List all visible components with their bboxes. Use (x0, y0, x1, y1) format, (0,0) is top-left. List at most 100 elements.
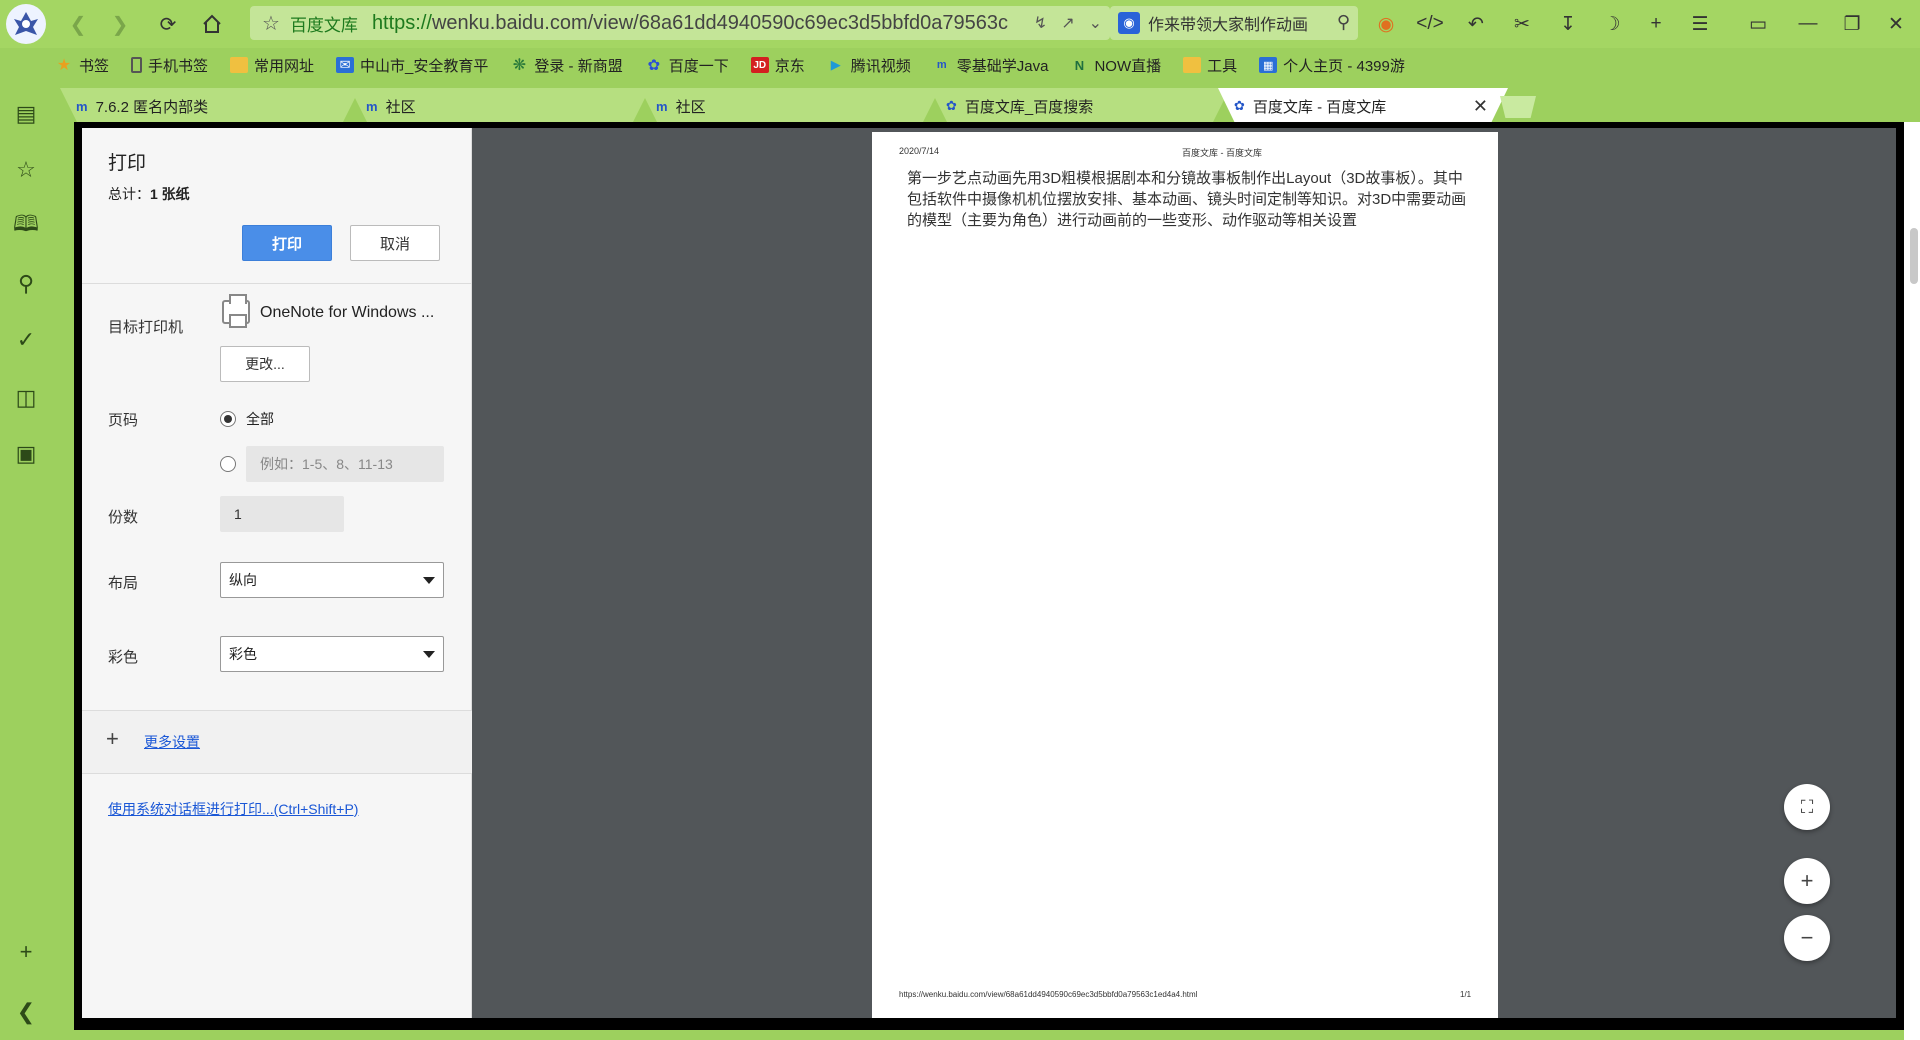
reload-button[interactable]: ⟳ (152, 8, 184, 40)
folder-icon (230, 57, 249, 73)
paw-icon: ✿ (946, 98, 957, 113)
undo-icon[interactable]: ↶ (1460, 8, 1492, 40)
printer-label: 目标打印机 (108, 319, 184, 336)
briefcase-icon[interactable]: ◫ (10, 382, 42, 414)
paw-icon: ✿ (1234, 98, 1245, 113)
print-title: 打印 (108, 153, 147, 174)
mm-icon: m (76, 98, 88, 114)
bookmark-item[interactable]: N NOW直播 (1070, 55, 1161, 76)
layout-select[interactable]: 纵向 (220, 562, 444, 598)
search-sidebar-icon[interactable]: ⚲ (10, 268, 42, 300)
expand-plus-icon[interactable]: + (106, 726, 119, 752)
share-icon[interactable]: ↗ (1061, 13, 1074, 33)
bookmark-item[interactable]: ✿ 百度一下 (645, 55, 728, 76)
close-window-icon[interactable]: ✕ (1880, 8, 1912, 40)
game-icon[interactable]: ◉ (1370, 8, 1402, 40)
night-mode-icon[interactable]: ☽ (1596, 8, 1628, 40)
tab-baidu-search[interactable]: ✿ 百度文库_百度搜索 (930, 88, 1230, 124)
devtools-icon[interactable]: </> (1414, 8, 1446, 40)
bookmark-item[interactable]: 手机书签 (131, 55, 208, 76)
printer-name: OneNote for Windows ... (260, 304, 435, 321)
divider (82, 283, 472, 284)
dropdown-arrow-icon (423, 577, 435, 584)
bookmark-item[interactable]: ✉ 中山市_安全教育平 (336, 55, 488, 76)
zoom-out-icon[interactable]: − (1784, 915, 1830, 961)
pages-custom-input[interactable]: 例如：1-5、8、11-13 (246, 446, 444, 482)
back-button[interactable]: ❮ (62, 8, 94, 40)
chevron-down-icon[interactable]: ⌄ (1089, 13, 1102, 33)
mm-icon: m (656, 98, 668, 114)
menu-icon[interactable]: ☰ (1684, 8, 1716, 40)
search-box[interactable]: ◉ 作来带领大家制作动画 ⚲ (1110, 6, 1358, 40)
pages-custom-radio[interactable] (220, 456, 236, 472)
bookmark-star-icon[interactable]: ☆ (262, 11, 280, 36)
left-sidebar: ▤ ☆ 🕮 ⚲ ✓ ◫ ▣ + ❮ (0, 88, 52, 1040)
pages-all-radio[interactable] (220, 411, 236, 427)
cart-icon[interactable]: ✓ (10, 324, 42, 356)
page-header-title: 百度文库 - 百度文库 (1182, 148, 1262, 158)
home-button[interactable] (196, 8, 228, 40)
page-footer-number: 1/1 (1460, 990, 1472, 999)
cancel-button[interactable]: 取消 (350, 225, 440, 261)
browser-toolbar: ❮ ❯ ⟳ ☆ 百度文库 https:// wenku.baidu.com/vi… (0, 0, 1920, 48)
url-text: wenku.baidu.com/view/68a61dd4940590c69ec… (431, 11, 1008, 34)
total-sheets: 总计：1 张纸 (108, 186, 190, 202)
page-footer-url: https://wenku.baidu.com/view/68a61dd4940… (899, 990, 1198, 999)
minimize-icon[interactable]: — (1792, 8, 1824, 40)
bookmark-item[interactable]: m 零基础学Java (933, 55, 1049, 76)
search-icon[interactable]: ⚲ (1336, 12, 1350, 33)
browser-logo[interactable] (6, 4, 46, 44)
copies-label: 份数 (108, 509, 139, 526)
restore-icon[interactable]: ❐ (1836, 8, 1868, 40)
more-settings-link[interactable]: 更多设置 (144, 732, 200, 752)
gift-icon[interactable]: ▭ (1742, 8, 1774, 40)
new-tab-plus-icon[interactable]: + (1640, 8, 1672, 40)
search-engine-icon[interactable]: ◉ (1118, 12, 1140, 34)
add-icon[interactable]: + (10, 936, 42, 968)
collapse-sidebar-icon[interactable]: ❮ (10, 996, 42, 1028)
bookmark-item[interactable]: JD 京东 (750, 55, 805, 76)
bookmark-item[interactable]: 常用网址 (230, 55, 314, 76)
lightning-icon[interactable]: ↯ (1034, 13, 1047, 33)
page-header-date: 2020/7/14 (899, 146, 940, 156)
favorites-star-icon[interactable]: ☆ (10, 154, 42, 186)
play-icon: ▶ (830, 57, 841, 72)
bookmark-item[interactable]: ▶ 腾讯视频 (827, 55, 911, 76)
new-tab-button[interactable] (1500, 96, 1536, 118)
bookmark-item[interactable]: 工具 (1183, 55, 1237, 76)
copies-input[interactable]: 1 (220, 496, 344, 532)
fit-to-page-icon[interactable]: ⛶ (1784, 784, 1830, 830)
scissors-icon[interactable]: ✂ (1506, 8, 1538, 40)
zoom-in-icon[interactable]: + (1784, 858, 1830, 904)
download-icon[interactable]: ↧ (1552, 8, 1584, 40)
tab-community-2[interactable]: m 社区 (640, 88, 940, 124)
printer-icon (222, 294, 250, 328)
news-icon[interactable]: ▤ (10, 98, 42, 130)
pages-all-label: 全部 (246, 411, 274, 427)
bookmark-item[interactable]: ★ 书签 (55, 55, 109, 76)
print-button[interactable]: 打印 (242, 225, 332, 261)
book-icon[interactable]: 🕮 (10, 210, 42, 242)
tab-anonymous-inner-class[interactable]: m 7.6.2 匿名内部类 (60, 88, 360, 124)
change-printer-button[interactable]: 更改... (220, 346, 310, 382)
layout-label: 布局 (108, 575, 139, 592)
dropdown-arrow-icon (423, 651, 435, 658)
system-dialog-link[interactable]: 使用系统对话框进行打印...(Ctrl+Shift+P) (108, 799, 358, 819)
tab-baidu-wenku[interactable]: ✿ 百度文库 - 百度文库 ✕ (1218, 88, 1508, 124)
search-text: 作来带领大家制作动画 (1148, 17, 1309, 34)
paw-icon: ✿ (647, 57, 661, 74)
page-body-text: 第一步艺点动画先用3D粗模根据剧本和分镜故事板制作出Layout（3D故事板）。… (907, 170, 1467, 229)
bookmark-item[interactable]: ❋ 登录 - 新商盟 (510, 55, 623, 76)
color-select[interactable]: 彩色 (220, 636, 444, 672)
address-bar[interactable]: ☆ 百度文库 https:// wenku.baidu.com/view/68a… (250, 6, 1110, 40)
bookmarks-bar: ★ 书签 手机书签 常用网址 ✉ 中山市_安全教育平 ❋ 登录 - 新商盟 ✿ 百度一下… (55, 50, 1405, 80)
scrollbar-thumb[interactable] (1910, 228, 1918, 284)
forward-button[interactable]: ❯ (104, 8, 136, 40)
jd-icon: JD (750, 57, 769, 73)
gear-icon: ❋ (512, 57, 527, 74)
bookmark-item[interactable]: ▦ 个人主页 - 4399游 (1259, 55, 1405, 76)
close-tab-icon[interactable]: ✕ (1473, 96, 1488, 117)
tab-community-1[interactable]: m 社区 (350, 88, 650, 124)
color-label: 彩色 (108, 649, 139, 666)
translate-icon[interactable]: ▣ (10, 438, 42, 470)
